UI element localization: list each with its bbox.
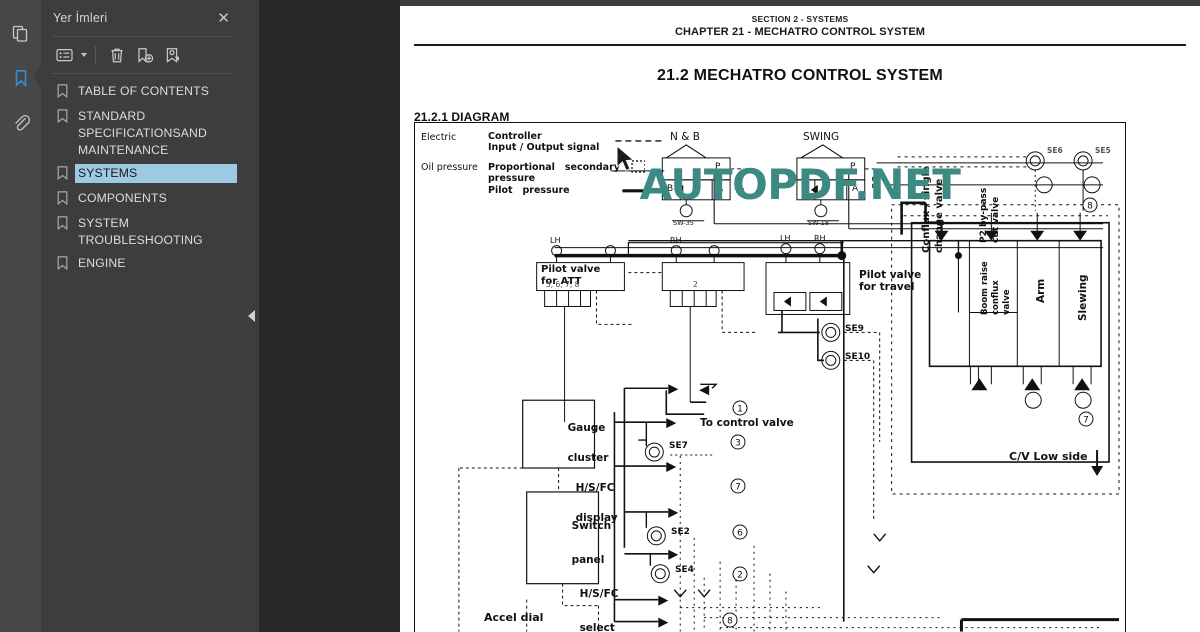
diagram-linework: [458, 140, 1120, 632]
switch-sw35-label: SW-35: [673, 219, 694, 227]
document-running-header: SECTION 2 - SYSTEMS CHAPTER 21 - MECHATR…: [400, 6, 1200, 38]
delete-bookmark-button[interactable]: [104, 42, 130, 68]
side-label-lh-1: LH: [550, 236, 561, 245]
legend-proportional-pressure-label: Proportional secondary pressure: [488, 162, 620, 184]
bookmarks-panel-header: Yer İmleri ✕: [41, 0, 243, 36]
toolbar-divider: [95, 46, 96, 64]
side-label-rh-1: RH: [670, 236, 682, 245]
header-chapter-line: CHAPTER 21 - MECHATRO CONTROL SYSTEM: [674, 26, 926, 38]
legend-oil-pressure-label: Oil pressure: [421, 162, 478, 173]
sensor-se6-label: SE6: [1047, 146, 1063, 155]
sensor-se5-label: SE5: [1095, 146, 1111, 155]
switch-line-2: panel: [571, 554, 605, 566]
bookmark-item-label: SYSTEM TROUBLESHOOTING: [78, 216, 203, 247]
side-label-rh-2: RH: [814, 234, 826, 243]
bookmark-item-systems[interactable]: SYSTEMS: [41, 162, 243, 187]
panel-title: Yer İmleri: [53, 11, 108, 25]
accel-dial-label: Accel dial: [484, 611, 544, 624]
collapse-sidebar-handle[interactable]: [243, 0, 259, 632]
bookmark-icon: [57, 164, 75, 185]
attachments-icon[interactable]: [0, 100, 41, 144]
valve-swing-port-p: P: [850, 162, 856, 172]
bookmark-item-components[interactable]: COMPONENTS: [41, 187, 243, 212]
chevron-left-icon: [247, 310, 255, 322]
bookmark-item-label: ENGINE: [78, 256, 126, 270]
valve-nb-title: N & B: [670, 131, 700, 143]
switch-sw18-label: SW-18: [808, 219, 829, 227]
bookmarks-panel: Yer İmleri ✕ TABLE OF CONTENTS STANDARD …: [41, 0, 243, 632]
sensor-se9-label: SE9: [845, 324, 864, 334]
callout-top-5: 5: [1079, 179, 1125, 236]
page-title: 21.2 MECHATRO CONTROL SYSTEM: [657, 67, 943, 84]
sidebar-icon-rail: [0, 0, 42, 632]
port-group-left-label: 5, 6, 7, 8: [546, 280, 580, 289]
cv-low-side-label: C/V Low side: [1009, 450, 1088, 463]
svg-text:6: 6: [737, 529, 743, 539]
gauge-line-2: cluster: [567, 452, 609, 464]
legend-controller-signal-label: Controller Input / Output signal: [488, 131, 600, 153]
gauge-line-3: H/S/FC: [575, 482, 615, 494]
callout-bottom-6: 6: [1077, 393, 1125, 450]
bookmark-icon: [57, 82, 75, 103]
svg-text:7: 7: [735, 483, 741, 493]
legend-pilot-pressure-label: Pilot pressure: [488, 185, 570, 196]
mechatro-control-system-diagram: Electric Oil pressure Controller Input /…: [414, 122, 1126, 632]
valve-nb-port-a: A: [717, 184, 724, 194]
bookmark-item-system-troubleshooting[interactable]: SYSTEM TROUBLESHOOTING: [41, 212, 243, 252]
bookmark-item-engine[interactable]: ENGINE: [41, 252, 243, 277]
gauge-line-1: Gauge: [567, 422, 606, 434]
valve-swing-port-b: B: [802, 184, 809, 194]
valve-nb-port-p: P: [715, 162, 721, 172]
document-viewer[interactable]: SECTION 2 - SYSTEMS CHAPTER 21 - MECHATR…: [259, 0, 1200, 632]
pilot-valve-travel-label: Pilot valve for travel: [859, 269, 922, 294]
cv-section-slewing-label: Slewing: [1077, 274, 1089, 321]
bookmark-item-label: SYSTEMS: [74, 163, 238, 184]
bookmark-item-label: COMPONENTS: [78, 191, 167, 205]
bookmark-item-table-of-contents[interactable]: TABLE OF CONTENTS: [41, 80, 243, 105]
svg-text:2: 2: [737, 571, 743, 581]
valve-swing-port-a: A: [852, 184, 859, 194]
port-group-right-label: 2: [693, 280, 698, 289]
callout-5: 5: [671, 616, 738, 632]
new-bookmark-button[interactable]: [132, 42, 158, 68]
switch-line-1: Switch: [571, 520, 612, 532]
cv-section-arm-label: Arm: [1035, 278, 1047, 303]
chevron-down-icon[interactable]: [79, 42, 89, 68]
switch-panel-box-label: Switch panel H/S/FC select: [535, 501, 619, 632]
cv-section-conflux-label: Conflux / single change valve: [921, 166, 945, 253]
header-rule: [414, 44, 1186, 47]
side-label-lh-2: LH: [780, 234, 791, 243]
bookmark-item-standard-specificationsand-maintenance[interactable]: STANDARD SPECIFICATIONSAND MAINTENANCE: [41, 105, 243, 162]
switch-line-3: H/S/FC: [579, 588, 619, 600]
cv-section-p2-bypass-label: P2 by-pass cut valve: [979, 187, 1001, 243]
svg-text:3: 3: [735, 439, 741, 449]
header-section-line: SECTION 2 - SYSTEMS: [751, 14, 849, 24]
legend-electric-label: Electric: [421, 132, 457, 143]
close-icon[interactable]: ✕: [214, 9, 233, 28]
bookmark-item-label: STANDARD SPECIFICATIONSAND MAINTENANCE: [78, 109, 207, 157]
cv-section-boom-raise-label: Boom raise conflux valve: [980, 261, 1012, 315]
bookmark-list: TABLE OF CONTENTS STANDARD SPECIFICATIONS…: [41, 74, 243, 632]
bookmark-icon: [57, 107, 75, 128]
switch-line-4: select: [579, 622, 615, 632]
list-options-button[interactable]: [51, 42, 77, 68]
bookmark-icon: [57, 214, 75, 235]
pages-icon[interactable]: [0, 12, 41, 56]
sensor-se10-label: SE10: [845, 352, 871, 362]
bookmark-icon: [57, 189, 75, 210]
svg-text:1: 1: [737, 405, 743, 415]
bookmark-icon: [57, 254, 75, 275]
pdf-viewer-window: Yer İmleri ✕ TABLE OF CONTENTS STANDARD …: [0, 0, 1200, 632]
bookmarks-icon[interactable]: [0, 56, 42, 100]
bookmark-item-label: TABLE OF CONTENTS: [78, 84, 209, 98]
pdf-page: SECTION 2 - SYSTEMS CHAPTER 21 - MECHATR…: [400, 0, 1200, 632]
edit-bookmark-button[interactable]: [160, 42, 186, 68]
bookmarks-toolbar: [41, 37, 243, 73]
valve-nb-port-b: B: [667, 184, 674, 194]
valve-swing-title: SWING: [803, 131, 840, 143]
